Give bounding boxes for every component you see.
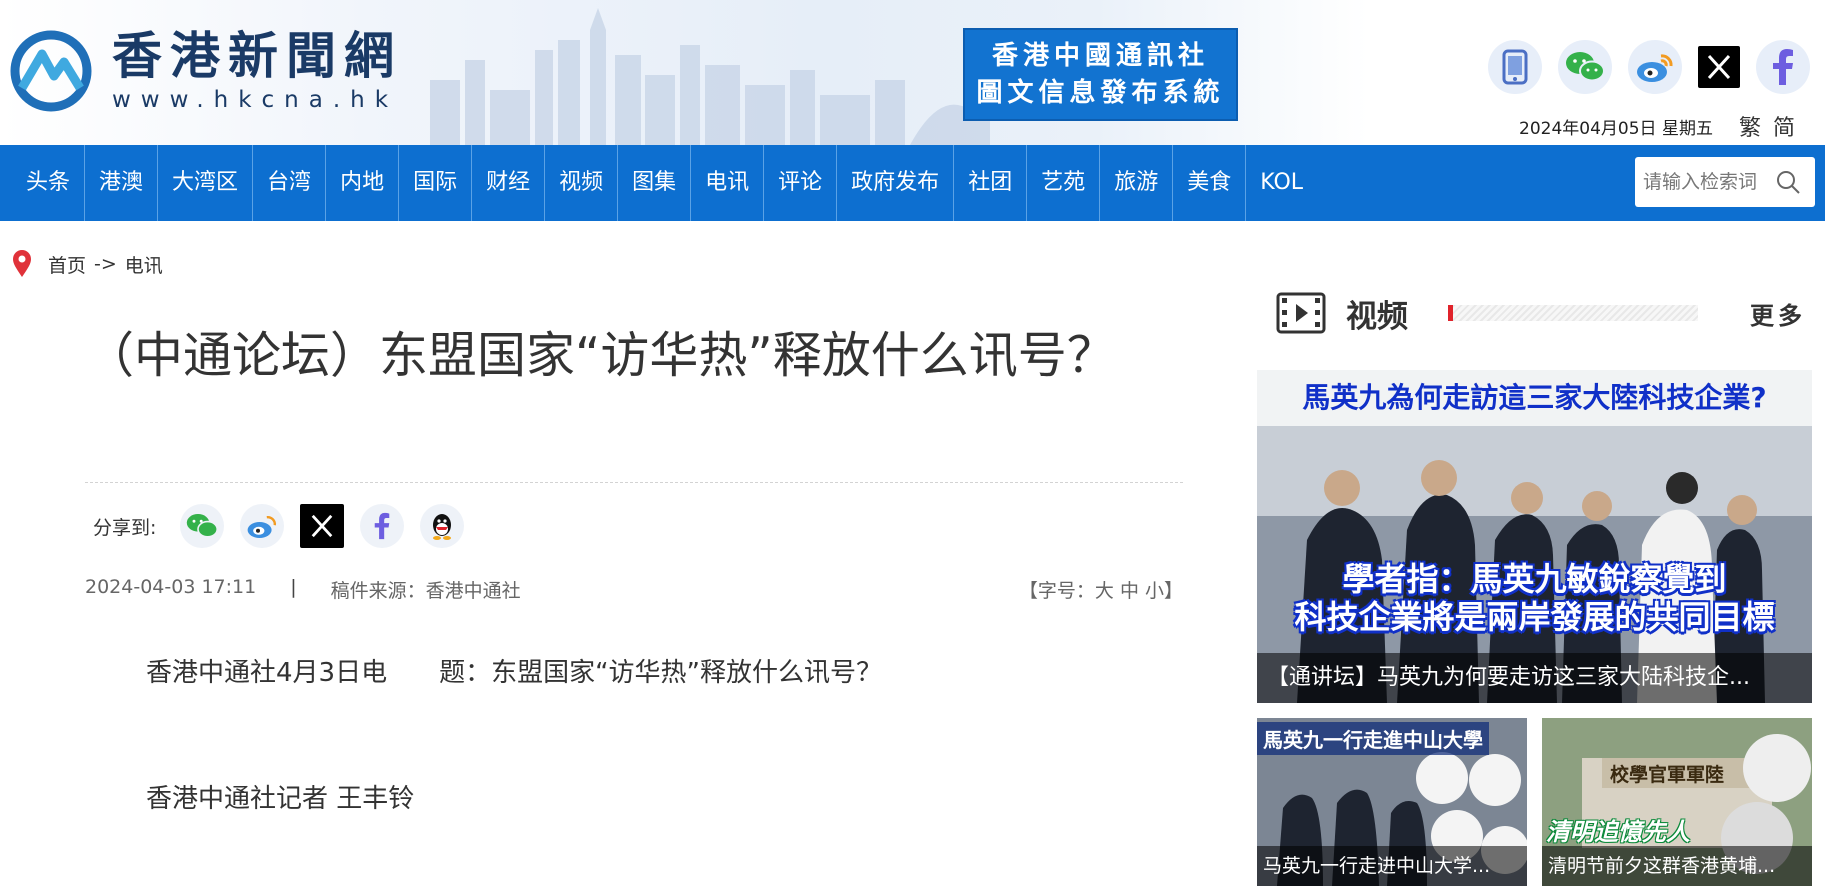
nav-item-greater-bay-area[interactable]: 大湾区 xyxy=(158,145,254,221)
article-paragraph-1: 香港中通社4月3日电 题：东盟国家“访华热”释放什么讯号？ xyxy=(146,658,883,688)
search-input[interactable] xyxy=(1635,158,1775,206)
video-section-header: 视频 更多 xyxy=(1276,288,1806,338)
traditional-chinese-link[interactable]: 繁 xyxy=(1739,116,1773,141)
nav-item-headlines[interactable]: 头条 xyxy=(11,145,86,221)
nav-item-gallery[interactable]: 图集 xyxy=(618,145,692,221)
film-icon xyxy=(1276,292,1326,334)
video-card-2-banner: 校學官軍軍陸 xyxy=(1610,764,1725,786)
video-card-2-tag: 清明追憶先人 xyxy=(1546,818,1690,846)
weibo-icon[interactable] xyxy=(240,504,285,548)
article-meta: 2024-04-03 17:11 | 稿件来源：香港中通社 【字号：大 中 小】 xyxy=(85,576,1183,603)
search-box xyxy=(1635,157,1815,207)
nav-item-hk-macau[interactable]: 港澳 xyxy=(85,145,159,221)
wechat-icon[interactable] xyxy=(180,504,225,548)
meta-separator: | xyxy=(290,576,297,598)
site-header: 香港新聞網 www.hkcna.hk 香港中國通訊社 圖文信息發布系統 2024… xyxy=(0,0,1825,145)
nav-item-international[interactable]: 国际 xyxy=(399,145,473,221)
current-date: 2024年04月05日 星期五 xyxy=(1519,118,1713,139)
logo-name: 香港新聞網 xyxy=(112,26,402,85)
logo-url: www.hkcna.hk xyxy=(112,87,399,113)
breadcrumb-separator: -> xyxy=(94,253,117,275)
article-title: （中通论坛）东盟国家“访华热”释放什么讯号？ xyxy=(85,327,1116,384)
mobile-icon[interactable] xyxy=(1488,40,1542,94)
article-source: 稿件来源：香港中通社 xyxy=(330,580,521,602)
breadcrumb-current[interactable]: 电讯 xyxy=(125,251,163,278)
nav-item-associations[interactable]: 社团 xyxy=(954,145,1028,221)
nav-item-mainland[interactable]: 内地 xyxy=(326,145,400,221)
nav-item-arts[interactable]: 艺苑 xyxy=(1027,145,1101,221)
main-nav: 头条 港澳 大湾区 台湾 内地 国际 财经 视频 图集 电讯 评论 政府发布 社… xyxy=(0,145,1825,221)
video-card-2[interactable]: 校學官軍軍陸 清明追憶先人 清明节前夕这群香港黄埔... xyxy=(1542,718,1812,886)
facebook-icon[interactable] xyxy=(1756,40,1810,94)
nav-item-video[interactable]: 视频 xyxy=(545,145,619,221)
nav-item-government[interactable]: 政府发布 xyxy=(837,145,955,221)
article-paragraph-2: 香港中通社记者 王丰铃 xyxy=(146,784,415,814)
nav-item-kol[interactable]: KOL xyxy=(1246,145,1317,221)
weibo-icon[interactable] xyxy=(1628,40,1682,94)
nav-item-wire[interactable]: 电讯 xyxy=(691,145,765,221)
share-label: 分享到: xyxy=(93,516,157,539)
simplified-chinese-link[interactable]: 简 xyxy=(1773,116,1807,141)
video-card-2-caption[interactable]: 清明节前夕这群香港黄埔... xyxy=(1542,846,1812,886)
video-section-title: 视频 xyxy=(1346,298,1408,335)
nav-item-finance[interactable]: 财经 xyxy=(472,145,546,221)
nav-item-travel[interactable]: 旅游 xyxy=(1100,145,1174,221)
featured-video-banner: 馬英九為何走訪這三家大陸科技企業? xyxy=(1257,370,1812,426)
agency-release-system-banner[interactable]: 香港中國通訊社 圖文信息發布系統 xyxy=(963,28,1238,121)
breadcrumb: 首页 -> 电讯 xyxy=(12,250,163,278)
article-datetime: 2024-04-03 17:11 xyxy=(85,576,257,598)
featured-video[interactable]: 馬英九為何走訪這三家大陸科技企業? 學者指：馬英九敏銳察覺到 科技企業將是兩岸發… xyxy=(1257,370,1812,703)
featured-video-caption[interactable]: 【通讲坛】马英九为何要走访这三家大陆科技企... xyxy=(1257,653,1812,703)
breadcrumb-home[interactable]: 首页 xyxy=(48,251,86,278)
x-icon[interactable] xyxy=(1698,46,1740,88)
share-bar: 分享到: xyxy=(93,504,465,548)
title-divider xyxy=(85,482,1183,483)
facebook-icon[interactable] xyxy=(360,504,405,548)
x-icon[interactable] xyxy=(300,504,345,548)
agency-line-2: 圖文信息發布系統 xyxy=(976,78,1225,108)
wechat-icon[interactable] xyxy=(1558,40,1612,94)
nav-item-taiwan[interactable]: 台湾 xyxy=(253,145,327,221)
hkcna-logo-icon xyxy=(10,30,92,112)
site-logo[interactable]: 香港新聞網 www.hkcna.hk xyxy=(8,28,402,114)
search-icon[interactable] xyxy=(1775,169,1801,195)
nav-item-commentary[interactable]: 评论 xyxy=(764,145,838,221)
city-skyline-image xyxy=(430,8,990,145)
video-card-1[interactable]: 馬英九一行走進中山大學 马英九一行走进中山大学... xyxy=(1257,718,1527,886)
header-social-links xyxy=(1488,40,1810,94)
section-decor-bar xyxy=(1448,305,1698,321)
video-card-1-banner: 馬英九一行走進中山大學 xyxy=(1257,722,1489,755)
subtitle-line-1: 學者指：馬英九敏銳察覺到 xyxy=(1342,560,1727,598)
subtitle-line-2: 科技企業將是兩岸發展的共同目標 xyxy=(1294,598,1775,636)
agency-line-1: 香港中國通訊社 xyxy=(991,41,1209,71)
location-pin-icon xyxy=(13,250,31,277)
font-size-control[interactable]: 【字号：大 中 小】 xyxy=(1019,576,1183,603)
nav-item-food[interactable]: 美食 xyxy=(1173,145,1247,221)
more-videos-link[interactable]: 更多 xyxy=(1750,296,1806,331)
featured-video-subtitle: 學者指：馬英九敏銳察覺到 科技企業將是兩岸發展的共同目標 xyxy=(1257,560,1812,636)
video-card-1-caption[interactable]: 马英九一行走进中山大学... xyxy=(1257,846,1527,886)
date-and-language: 2024年04月05日 星期五 繁简 xyxy=(1519,110,1807,142)
qq-icon[interactable] xyxy=(420,504,465,548)
